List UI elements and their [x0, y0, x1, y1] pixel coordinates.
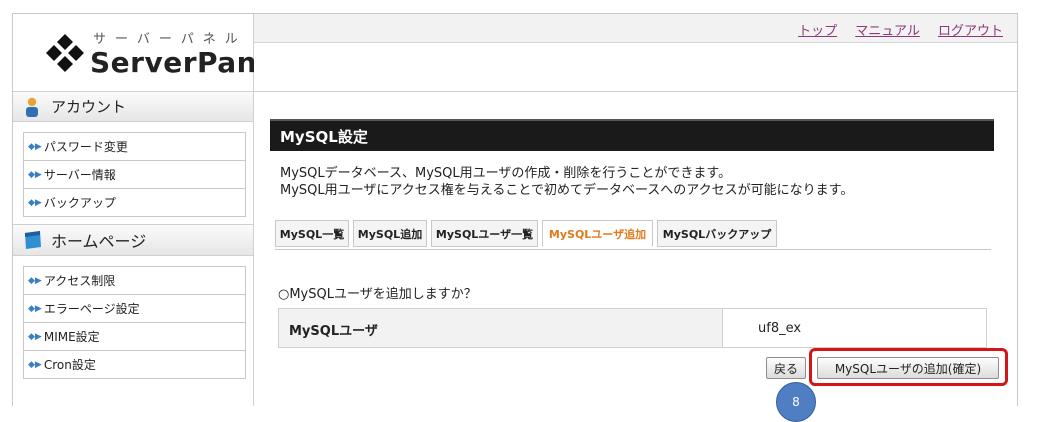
serverpanel-logo-icon — [46, 34, 84, 72]
document-icon — [23, 230, 41, 250]
arrow-icon: ◆▶ — [28, 141, 42, 152]
mysql-user-label: MySQLユーザ — [289, 324, 378, 339]
highlight-box — [809, 348, 1008, 386]
step-badge: 8 — [776, 382, 816, 422]
confirm-table: MySQLユーザ uf8_ex — [278, 308, 987, 348]
sidebar-heading-homepage: ホームページ — [13, 224, 253, 256]
header-spacer — [254, 43, 1017, 92]
main-content: MySQL設定 MySQLデータベース、MySQL用ユーザの作成・削除を行うこと… — [254, 92, 1017, 422]
tab-mysql-add[interactable]: MySQL追加 — [353, 220, 427, 247]
sidebar-item-mime[interactable]: ◆▶ MIME設定 — [24, 323, 245, 351]
sidebar-item-label: アクセス制限 — [43, 274, 116, 288]
homepage-menu: ◆▶ アクセス制限 ◆▶ エラーページ設定 ◆▶ MIME設定 ◆▶ Cron設… — [23, 266, 246, 379]
sidebar-item-access-control[interactable]: ◆▶ アクセス制限 — [24, 267, 245, 295]
manual-link[interactable]: マニュアル — [855, 24, 920, 39]
sidebar-heading-account: アカウント — [13, 92, 253, 122]
tab-bar: MySQL一覧 MySQL追加 MySQLユーザ一覧 MySQLユーザ追加 My… — [275, 219, 991, 250]
tab-mysql-backup[interactable]: MySQLバックアップ — [657, 220, 777, 247]
page-title: MySQL設定 — [270, 119, 994, 151]
header-bar: トップ マニュアル ログアウト — [254, 14, 1017, 43]
arrow-icon: ◆▶ — [28, 359, 42, 370]
arrow-icon: ◆▶ — [28, 275, 42, 286]
arrow-icon: ◆▶ — [28, 197, 42, 208]
logo-area: サーバーパネル ServerPanel — [13, 14, 286, 92]
sidebar-item-cron[interactable]: ◆▶ Cron設定 — [24, 351, 245, 379]
account-menu: ◆▶ パスワード変更 ◆▶ サーバー情報 ◆▶ バックアップ — [23, 132, 246, 217]
back-button[interactable]: 戻る — [766, 357, 806, 379]
sidebar: アカウント ◆▶ パスワード変更 ◆▶ サーバー情報 ◆▶ バックアップ ホーム… — [13, 92, 254, 406]
sidebar-heading-label: アカウント — [51, 98, 127, 116]
logout-link[interactable]: ログアウト — [938, 24, 1003, 39]
sidebar-item-label: バックアップ — [43, 196, 116, 210]
mysql-user-value: uf8_ex — [722, 309, 986, 347]
arrow-icon: ◆▶ — [28, 331, 42, 342]
sidebar-item-label: サーバー情報 — [43, 168, 116, 182]
sidebar-item-label: エラーページ設定 — [43, 302, 140, 316]
sidebar-item-password[interactable]: ◆▶ パスワード変更 — [24, 133, 245, 161]
arrow-icon: ◆▶ — [28, 169, 42, 180]
top-nav: トップ マニュアル ログアウト — [784, 20, 1003, 39]
sidebar-item-backup[interactable]: ◆▶ バックアップ — [24, 189, 245, 217]
sidebar-item-error-page[interactable]: ◆▶ エラーページ設定 — [24, 295, 245, 323]
sidebar-heading-label: ホームページ — [51, 232, 147, 251]
sidebar-item-label: Cron設定 — [43, 358, 96, 372]
sidebar-item-server-info[interactable]: ◆▶ サーバー情報 — [24, 161, 245, 189]
description-line: MySQLデータベース、MySQL用ユーザの作成・削除を行うことができます。 — [280, 166, 732, 181]
confirm-question: ○MySQLユーザを追加しますか？ — [278, 287, 477, 302]
sidebar-item-label: MIME設定 — [43, 330, 100, 344]
page-description: MySQLデータベース、MySQL用ユーザの作成・削除を行うことができます。 M… — [280, 165, 853, 199]
tab-mysql-user-list[interactable]: MySQLユーザ一覧 — [431, 220, 538, 247]
logo-kana: サーバーパネル — [93, 32, 247, 47]
page-frame: サーバーパネル ServerPanel トップ マニュアル ログアウト アカウン… — [12, 13, 1018, 422]
tab-mysql-list[interactable]: MySQL一覧 — [275, 220, 349, 247]
top-link[interactable]: トップ — [798, 24, 837, 39]
user-icon — [23, 97, 41, 117]
sidebar-item-label: パスワード変更 — [43, 140, 128, 154]
arrow-icon: ◆▶ — [28, 303, 42, 314]
tab-mysql-user-add[interactable]: MySQLユーザ追加 — [542, 220, 653, 247]
description-line: MySQL用ユーザにアクセス権を与えることで初めてデータベースへのアクセスが可能… — [280, 183, 854, 198]
